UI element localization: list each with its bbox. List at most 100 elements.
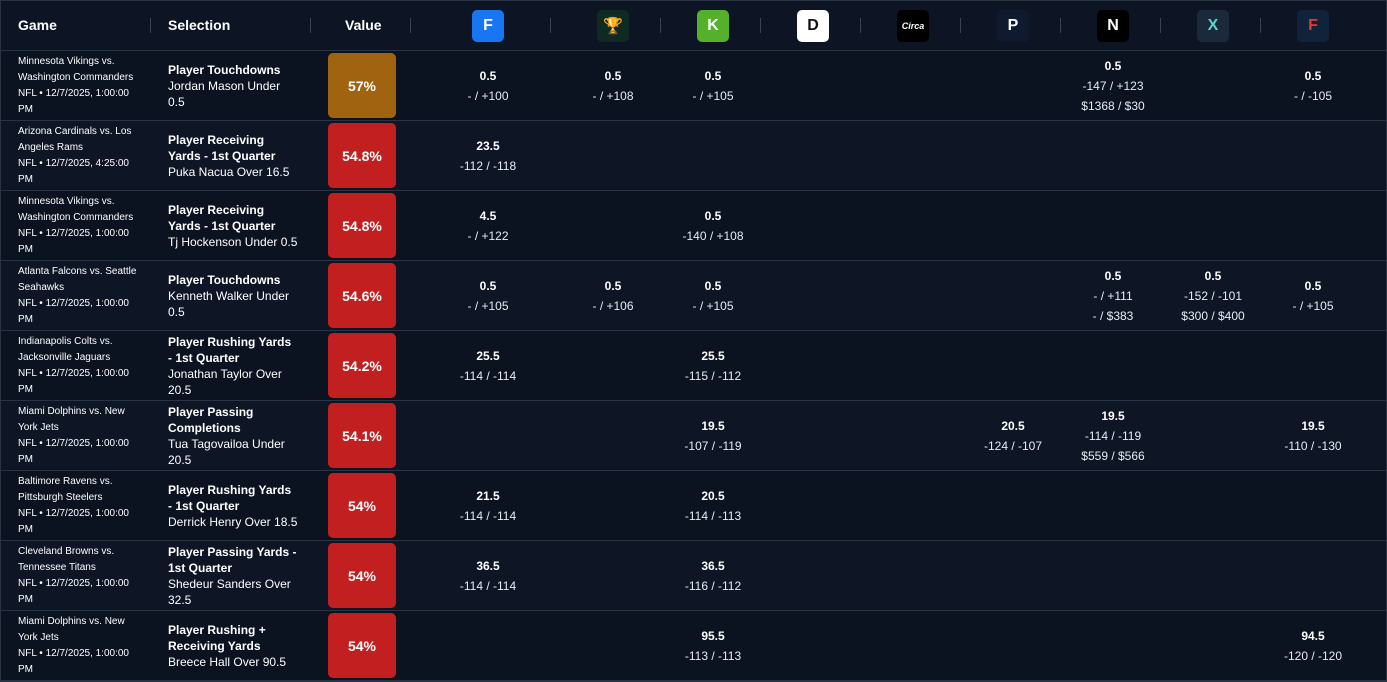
odds-cell[interactable]: 0.5 - / +105	[438, 261, 538, 330]
odds-line: 0.5	[704, 208, 722, 223]
odds-line: 25.5	[476, 348, 500, 363]
table-row[interactable]: Miami Dolphins vs. New York Jets NFL • 12…	[1, 611, 1386, 681]
fanduel-icon[interactable]: F	[472, 10, 504, 42]
odds-cell[interactable]: 95.5 -113 / -113	[663, 611, 763, 680]
game-meta: NFL • 12/7/2025, 1:00:00 PM	[18, 227, 129, 255]
odds-cell[interactable]: 0.5 -140 / +108	[663, 191, 763, 260]
odds-price: - / +106	[592, 298, 634, 313]
odds-price: - / -105	[1293, 88, 1332, 103]
odds-cell[interactable]: 19.5 -107 / -119	[663, 401, 763, 470]
odds-cell[interactable]: 0.5 - / +108	[563, 51, 663, 120]
odds-cell[interactable]: 0.5 -152 / -101 $300 / $400	[1163, 261, 1263, 330]
selection-market: Player Rushing Yards - 1st Quarter	[168, 482, 292, 513]
odds-cell[interactable]: 36.5 -116 / -112	[663, 541, 763, 610]
novig-icon[interactable]: N	[1097, 10, 1129, 42]
column-divider	[550, 18, 551, 33]
odds-cell[interactable]: 0.5 - / +100	[438, 51, 538, 120]
table-row[interactable]: Indianapolis Colts vs. Jacksonville Jagu…	[1, 331, 1386, 401]
selection-cell: Player Rushing + Receiving Yards Breece H…	[168, 611, 298, 680]
game-cell: Atlanta Falcons vs. Seattle Seahawks NFL …	[18, 261, 146, 330]
table-row[interactable]: Cleveland Browns vs. Tennessee Titans NFL…	[1, 541, 1386, 611]
game-title: Minnesota Vikings vs. Washington Command…	[18, 55, 134, 83]
circa-icon[interactable]: Circa	[897, 10, 929, 42]
odds-line: 0.5	[479, 68, 497, 83]
game-meta: NFL • 12/7/2025, 4:25:00 PM	[18, 157, 129, 185]
dabble-icon[interactable]: D	[797, 10, 829, 42]
odds-cell[interactable]: 0.5 - / +106	[563, 261, 663, 330]
odds-cell[interactable]: 25.5 -115 / -112	[663, 331, 763, 400]
selection-pick: Breece Hall Over 90.5	[168, 654, 287, 669]
odds-cell[interactable]: 0.5 - / +105	[1263, 261, 1363, 330]
odds-price: - / +122	[467, 228, 509, 243]
selection-pick: Jonathan Taylor Over 20.5	[168, 366, 282, 397]
odds-line: 0.5	[1304, 278, 1322, 293]
odds-cell[interactable]: 23.5 -112 / -118	[438, 121, 538, 190]
value-badge[interactable]: 54%	[328, 613, 396, 678]
game-meta: NFL • 12/7/2025, 1:00:00 PM	[18, 507, 129, 535]
table-row[interactable]: Miami Dolphins vs. New York Jets NFL • 12…	[1, 401, 1386, 471]
column-divider	[1060, 18, 1061, 33]
odds-price: - / +105	[692, 88, 734, 103]
game-cell: Cleveland Browns vs. Tennessee Titans NFL…	[18, 541, 146, 610]
odds-cell[interactable]: 0.5 - / -105	[1263, 51, 1363, 120]
odds-price: -113 / -113	[684, 648, 742, 663]
odds-cell[interactable]: 0.5 -147 / +123 $1368 / $30	[1063, 51, 1163, 120]
odds-line: 36.5	[476, 558, 500, 573]
odds-price: - / +105	[692, 298, 734, 313]
value-badge[interactable]: 54%	[328, 473, 396, 538]
selection-cell: Player Rushing Yards - 1st Quarter Jonath…	[168, 331, 298, 400]
odds-cell[interactable]: 21.5 -114 / -114	[438, 471, 538, 540]
fliff-icon[interactable]: F	[1297, 10, 1329, 42]
odds-cell[interactable]: 4.5 - / +122	[438, 191, 538, 260]
odds-price: - / +105	[467, 298, 509, 313]
selection-market: Player Receiving Yards - 1st Quarter	[168, 132, 276, 163]
odds-cell[interactable]: 0.5 - / +111 - / $383	[1063, 261, 1163, 330]
game-meta: NFL • 12/7/2025, 1:00:00 PM	[18, 367, 129, 395]
odds-cell[interactable]: 20.5 -114 / -113	[663, 471, 763, 540]
odds-line: 21.5	[476, 488, 500, 503]
prizepicks-icon[interactable]: P	[997, 10, 1029, 42]
game-title: Cleveland Browns vs. Tennessee Titans	[18, 545, 115, 573]
odds-cell[interactable]: 25.5 -114 / -114	[438, 331, 538, 400]
table-row[interactable]: Arizona Cardinals vs. Los Angeles Rams NF…	[1, 121, 1386, 191]
odds-cell[interactable]: 36.5 -114 / -114	[438, 541, 538, 610]
value-badge[interactable]: 54.2%	[328, 333, 396, 398]
selection-market: Player Touchdowns	[168, 62, 281, 77]
draftkings-icon[interactable]: K	[697, 10, 729, 42]
odds-cell[interactable]: 19.5 -114 / -119 $559 / $566	[1063, 401, 1163, 470]
value-badge[interactable]: 54.8%	[328, 193, 396, 258]
odds-cell[interactable]: 19.5 -110 / -130	[1263, 401, 1363, 470]
value-badge[interactable]: 54%	[328, 543, 396, 608]
prophetx-icon[interactable]: X	[1197, 10, 1229, 42]
column-divider	[960, 18, 961, 33]
odds-line: 23.5	[476, 138, 500, 153]
game-meta: NFL • 12/7/2025, 1:00:00 PM	[18, 577, 129, 605]
odds-price: -115 / -112	[684, 368, 742, 383]
value-badge[interactable]: 57%	[328, 53, 396, 118]
column-header-value[interactable]: Value	[345, 1, 382, 50]
column-divider	[1260, 18, 1261, 33]
table-header: Game Selection Value F 🏆 K D Circa P N X F	[1, 1, 1386, 51]
value-badge[interactable]: 54.6%	[328, 263, 396, 328]
odds-line: 20.5	[1001, 418, 1025, 433]
table-row[interactable]: Minnesota Vikings vs. Washington Command…	[1, 191, 1386, 261]
table-row[interactable]: Atlanta Falcons vs. Seattle Seahawks NFL …	[1, 261, 1386, 331]
odds-price: -114 / -113	[684, 508, 742, 523]
odds-line: 95.5	[701, 628, 725, 643]
value-badge[interactable]: 54.1%	[328, 403, 396, 468]
table-row[interactable]: Baltimore Ravens vs. Pittsburgh Steelers…	[1, 471, 1386, 541]
column-header-selection[interactable]: Selection	[168, 1, 230, 50]
odds-cell[interactable]: 94.5 -120 / -120	[1263, 611, 1363, 680]
selection-pick: Jordan Mason Under 0.5	[168, 78, 281, 109]
odds-cell[interactable]: 0.5 - / +105	[663, 51, 763, 120]
odds-line: 36.5	[701, 558, 725, 573]
column-header-game[interactable]: Game	[18, 1, 57, 50]
odds-line: 19.5	[1301, 418, 1325, 433]
table-row[interactable]: Minnesota Vikings vs. Washington Command…	[1, 51, 1386, 121]
trophy-icon[interactable]: 🏆	[597, 10, 629, 42]
odds-cell[interactable]: 0.5 - / +105	[663, 261, 763, 330]
odds-line: 0.5	[1304, 68, 1322, 83]
odds-cell[interactable]: 20.5 -124 / -107	[963, 401, 1063, 470]
value-badge[interactable]: 54.8%	[328, 123, 396, 188]
game-cell: Minnesota Vikings vs. Washington Command…	[18, 191, 146, 260]
